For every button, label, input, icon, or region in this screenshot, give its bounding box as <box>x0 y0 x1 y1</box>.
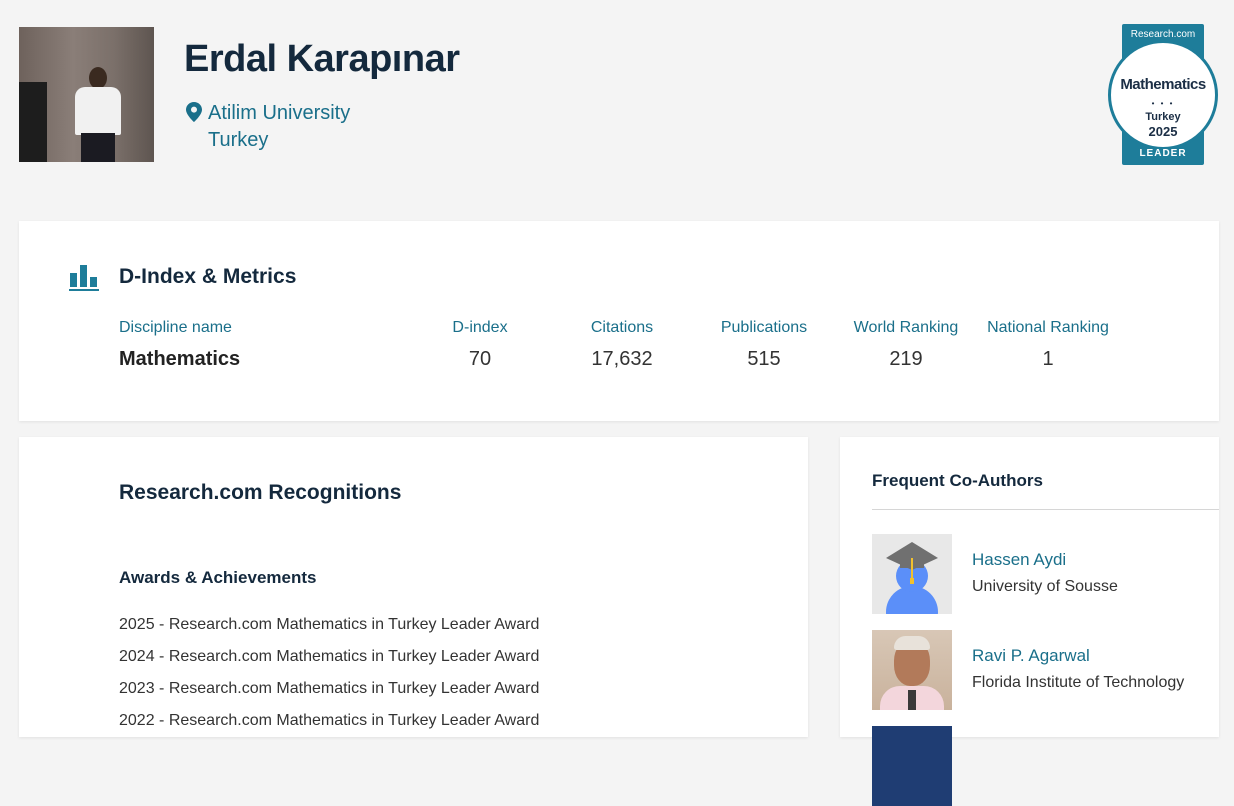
header-dindex: D-index <box>452 319 508 336</box>
badge-subject: Mathematics <box>1120 76 1206 93</box>
badge-country: Turkey <box>1145 111 1181 123</box>
coauthors-title: Frequent Co-Authors <box>872 471 1043 490</box>
affiliation: Atilim University Turkey <box>186 100 350 154</box>
metrics-title: D-Index & Metrics <box>119 265 297 288</box>
header-publications: Publications <box>720 319 808 336</box>
graduate-avatar-icon <box>872 534 952 614</box>
badge-level: LEADER <box>1139 148 1187 159</box>
badge-year: 2025 <box>1148 124 1178 139</box>
world-ranking-value: 219 <box>889 348 923 370</box>
photo-person-legs <box>81 133 115 162</box>
coauthor-name-link[interactable]: Hassen Aydi <box>972 550 1066 570</box>
coauthors-card: Frequent Co-Authors Hassen Aydi Universi… <box>840 437 1219 806</box>
coauthor-photo <box>872 630 952 710</box>
coauthor-name-link[interactable]: Ravi P. Agarwal <box>972 646 1090 666</box>
metrics-card: D-Index & Metrics Discipline name D-inde… <box>19 221 1219 421</box>
publications-value: 515 <box>747 348 781 370</box>
photo-person-head <box>89 67 107 89</box>
bar-chart-icon <box>69 265 99 291</box>
photo-person-body <box>75 87 121 135</box>
institution-link[interactable]: Atilim University <box>208 100 350 127</box>
coauthor-item[interactable]: Ravi P. Agarwal Florida Institute of Tec… <box>872 630 1219 710</box>
location-pin-icon <box>186 102 202 122</box>
country-link[interactable]: Turkey <box>208 127 350 154</box>
award-item: 2023 - Research.com Mathematics in Turke… <box>119 680 540 697</box>
awards-list: 2025 - Research.com Mathematics in Turke… <box>119 615 539 743</box>
badge-brand: Research.com <box>1130 29 1196 40</box>
coauthor-institution: University of Sousse <box>972 578 1118 595</box>
national-ranking-value: 1 <box>1042 348 1054 370</box>
discipline-value[interactable]: Mathematics <box>119 348 240 371</box>
coauthor-item[interactable] <box>872 726 1219 806</box>
coauthor-item[interactable]: Hassen Aydi University of Sousse <box>872 534 1219 614</box>
badge-dots: • • • <box>1151 99 1175 108</box>
header-citations: Citations <box>590 319 654 336</box>
photo-hair <box>894 636 930 650</box>
photo-background-panel <box>19 82 47 162</box>
award-item: 2022 - Research.com Mathematics in Turke… <box>119 712 540 729</box>
award-item: 2025 - Research.com Mathematics in Turke… <box>119 616 540 633</box>
coauthor-photo <box>872 726 952 806</box>
recognitions-card: Research.com Recognitions Awards & Achie… <box>19 437 808 737</box>
leader-badge: Research.com Mathematics • • • Turkey 20… <box>1108 24 1218 165</box>
dindex-value: 70 <box>468 348 492 370</box>
profile-name: Erdal Karapınar <box>184 38 460 80</box>
header-national-ranking: National Ranking <box>987 319 1109 336</box>
photo-tie <box>908 690 916 710</box>
profile-photo <box>19 27 154 162</box>
award-item: 2024 - Research.com Mathematics in Turke… <box>119 648 540 665</box>
awards-title: Awards & Achievements <box>119 568 317 587</box>
coauthor-institution: Florida Institute of Technology <box>972 674 1185 691</box>
header-world-ranking: World Ranking <box>853 319 959 336</box>
header-discipline: Discipline name <box>119 319 232 336</box>
citations-value: 17,632 <box>591 348 653 370</box>
recognitions-title: Research.com Recognitions <box>119 481 402 504</box>
coauthors-divider <box>872 509 1219 510</box>
